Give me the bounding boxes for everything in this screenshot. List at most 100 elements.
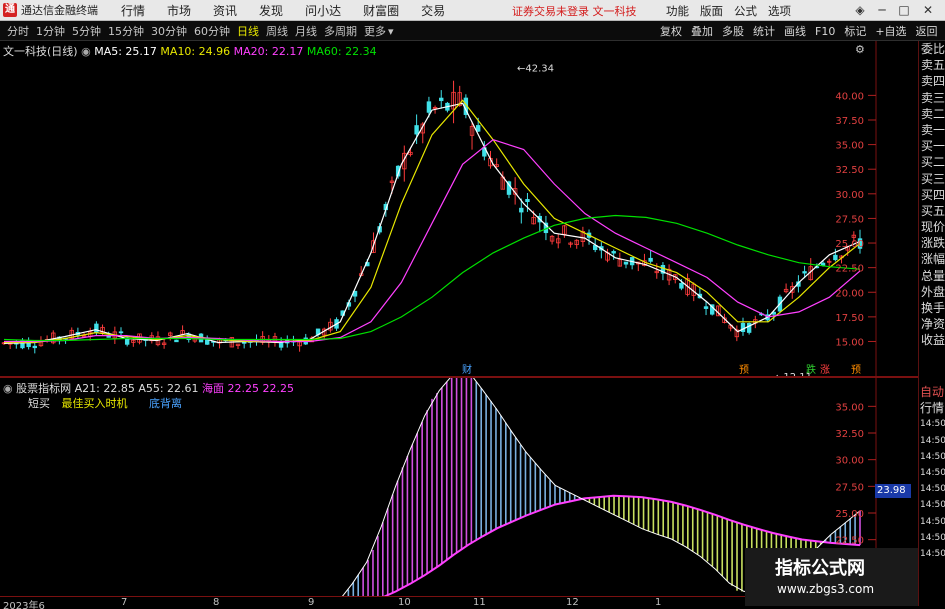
- menu-item-formula[interactable]: 公式: [734, 3, 757, 19]
- candle-body: [611, 251, 616, 254]
- side-tab-change[interactable]: 涨跌: [919, 235, 945, 251]
- ind-tick-label: 25.00: [835, 509, 864, 520]
- tool-mark[interactable]: 标记: [844, 23, 866, 39]
- tool-add-favorite[interactable]: +自选: [875, 23, 906, 39]
- tool-restore-rights[interactable]: 复权: [660, 23, 682, 39]
- period-60min[interactable]: 60分钟: [194, 23, 230, 39]
- period-intraday[interactable]: 分时: [7, 23, 29, 39]
- tick-time: 14:50: [920, 419, 945, 430]
- settings-gear-icon[interactable]: ⚙: [855, 43, 865, 56]
- side-tab-sell2[interactable]: 卖二: [919, 106, 945, 122]
- event-mark: 跌: [806, 363, 816, 376]
- side-tab-turnover[interactable]: 换手: [919, 300, 945, 316]
- side-tab-sell3[interactable]: 卖三: [919, 90, 945, 106]
- tick-time: 14:50: [920, 516, 945, 527]
- tool-back[interactable]: 返回: [916, 23, 938, 39]
- tool-f10[interactable]: F10: [815, 25, 835, 38]
- menu-item-layout[interactable]: 版面: [700, 3, 723, 19]
- time-label-dec: 12: [566, 597, 579, 608]
- tool-statistics[interactable]: 统计: [753, 23, 775, 39]
- maximize-icon[interactable]: □: [896, 2, 912, 18]
- watermark: 指标公式网 www.zbgs3.com: [745, 548, 918, 606]
- minimize-icon[interactable]: ─: [874, 2, 890, 18]
- period-monthly[interactable]: 月线: [295, 23, 317, 39]
- candle-body: [174, 339, 179, 343]
- price-tick-label: 32.50: [835, 165, 864, 176]
- period-multi[interactable]: 多周期: [324, 23, 357, 39]
- side-tab-buy5[interactable]: 买五: [919, 203, 945, 219]
- side-tab-net-asset[interactable]: 净资: [919, 316, 945, 332]
- event-mark: 预: [851, 364, 861, 376]
- tick-time: 14:50: [920, 484, 945, 495]
- haimian-label: 海面: [202, 382, 225, 395]
- menu-item-wealth[interactable]: 财富圈: [363, 2, 399, 19]
- period-1min[interactable]: 1分钟: [36, 23, 65, 39]
- tool-multi-stock[interactable]: 多股: [722, 23, 744, 39]
- high-price-label: ←42.34: [517, 63, 554, 74]
- a55-label: A55: 22.61: [138, 382, 199, 395]
- side-tab-sell5[interactable]: 卖五: [919, 57, 945, 73]
- side-tab-volume[interactable]: 总量: [919, 268, 945, 284]
- side-tab-sell4[interactable]: 卖四: [919, 73, 945, 89]
- side-tab-change-pct[interactable]: 涨幅: [919, 251, 945, 267]
- main-legend: 文一科技(日线) ◉ MA5: 25.17 MA10: 24.96 MA20: …: [3, 43, 377, 59]
- skin-icon[interactable]: ◈: [852, 2, 868, 18]
- menu-item-market[interactable]: 市场: [167, 2, 191, 19]
- chevron-down-icon[interactable]: ▾: [388, 25, 394, 38]
- main-price-chart[interactable]: 40.00 37.50 35.00 32.50 30.00 27.50 25.00 22.50…: [0, 41, 878, 383]
- side-tab-outer[interactable]: 外盘: [919, 284, 945, 300]
- time-label-jul: 7: [121, 597, 128, 608]
- side-tab-buy3[interactable]: 买三: [919, 171, 945, 187]
- price-tick-label: 30.00: [835, 190, 864, 201]
- side-tab-wei-bi[interactable]: 委比: [919, 41, 945, 57]
- close-icon[interactable]: ✕: [920, 2, 936, 18]
- tool-overlay[interactable]: 叠加: [691, 23, 713, 39]
- best-buy-label: 最佳买入时机: [61, 397, 128, 410]
- price-tick-label: 22.50: [835, 264, 864, 275]
- side-tab-auto[interactable]: 自动: [918, 384, 945, 400]
- price-tick-label: 27.50: [835, 214, 864, 225]
- ind-tick-label: 27.50: [835, 482, 864, 493]
- menu-item-options[interactable]: 选项: [768, 3, 791, 19]
- side-tab-earnings[interactable]: 收益: [919, 332, 945, 348]
- side-tab-buy4[interactable]: 买四: [919, 187, 945, 203]
- side-tab-price[interactable]: 现价: [919, 219, 945, 235]
- login-notice[interactable]: 证券交易未登录 文一科技: [512, 3, 637, 19]
- candle-body: [414, 125, 419, 135]
- settings-icon[interactable]: ◉: [3, 382, 13, 395]
- price-tick-label: 40.00: [835, 91, 864, 102]
- side-tab-sell1[interactable]: 卖一: [919, 122, 945, 138]
- tool-draw-line[interactable]: 画线: [784, 23, 806, 39]
- period-daily[interactable]: 日线: [237, 23, 259, 39]
- candle-body: [802, 271, 807, 274]
- candle-body: [703, 306, 709, 309]
- time-label-jun: 2023年6: [3, 601, 45, 609]
- event-mark: 预: [739, 364, 749, 376]
- watermark-url: www.zbgs3.com: [777, 582, 875, 596]
- side-tab-buy2[interactable]: 买二: [919, 154, 945, 170]
- period-5min[interactable]: 5分钟: [72, 23, 101, 39]
- ind-tick-label: 30.00: [835, 456, 864, 467]
- menu-item-news[interactable]: 资讯: [213, 2, 237, 19]
- menu-item-trade[interactable]: 交易: [421, 2, 445, 19]
- settings-icon[interactable]: ◉: [81, 45, 91, 58]
- menu-item-discover[interactable]: 发现: [259, 2, 283, 19]
- period-more[interactable]: 更多: [364, 23, 386, 39]
- side-tab-quote[interactable]: 行情: [918, 400, 945, 416]
- menu-item-quotes[interactable]: 行情: [121, 2, 145, 19]
- period-weekly[interactable]: 周线: [266, 23, 288, 39]
- time-label-sep: 9: [308, 597, 315, 608]
- period-30min[interactable]: 30分钟: [151, 23, 187, 39]
- right-menu: 功能 版面 公式 选项: [666, 3, 802, 19]
- ma5-label: MA5: 25.17: [94, 45, 157, 58]
- haimian-values: 22.25 22.25: [227, 382, 295, 395]
- time-label-jan: 1: [655, 597, 662, 608]
- side-tab-buy1[interactable]: 买一: [919, 138, 945, 154]
- price-chart-svg[interactable]: 40.00 37.50 35.00 32.50 30.00 27.50 25.00 22.50…: [0, 41, 878, 383]
- tick-time: 14:50: [920, 532, 945, 543]
- menu-item-ask[interactable]: 问小达: [305, 2, 341, 19]
- title-bar: 通 通达信金融终端 行情 市场 资讯 发现 问小达 财富圈 交易 证券交易未登录…: [0, 0, 945, 21]
- period-15min[interactable]: 15分钟: [108, 23, 144, 39]
- menu-item-function[interactable]: 功能: [666, 3, 689, 19]
- candle-body: [648, 257, 653, 262]
